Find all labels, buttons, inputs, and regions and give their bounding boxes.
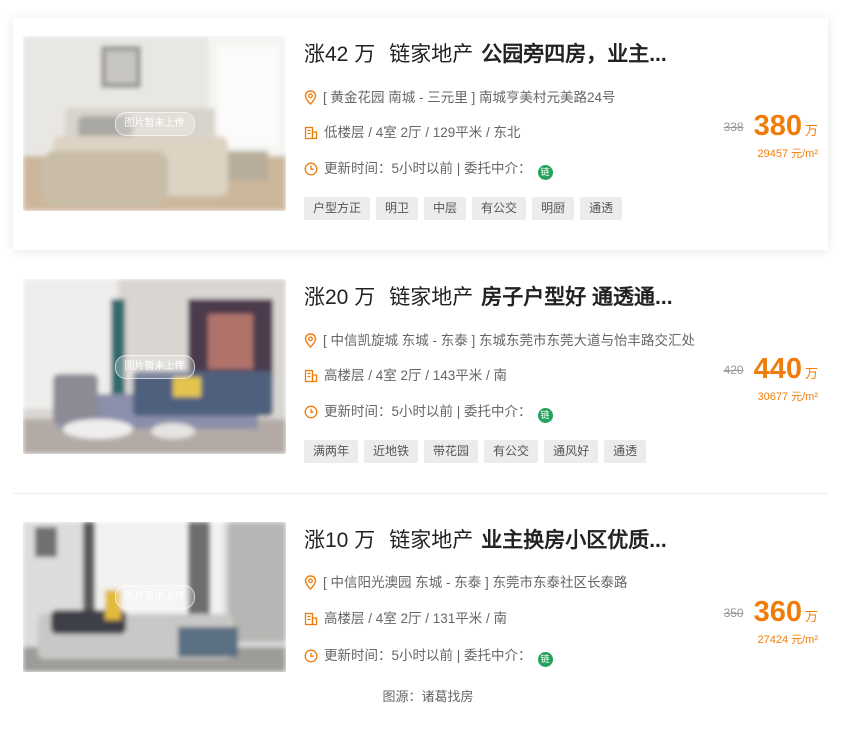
- current-price: 380: [753, 110, 802, 142]
- price-unit: 万: [804, 123, 818, 138]
- agent-badge-icon[interactable]: 链: [537, 652, 553, 667]
- image-placeholder-badge: 图片暂未上传: [114, 111, 195, 136]
- location-row: [ 中信凯旋城 东城 - 东泰 ] 东城东莞市东莞大道与怡丰路交汇处: [304, 331, 695, 354]
- clock-icon: [304, 649, 318, 669]
- agent-badge-icon[interactable]: 链: [537, 408, 553, 423]
- layout-row: 高楼层 / 4室 2厅 / 131平米 / 南: [304, 609, 507, 632]
- location-text[interactable]: [ 中信凯旋城 东城 - 东泰 ] 东城东莞市东莞大道与怡丰路交汇处: [323, 333, 695, 348]
- price-block: 420 440 万 30677 元/m²: [724, 353, 818, 404]
- tag: 明卫: [376, 197, 419, 220]
- listing-card[interactable]: 图片暂未上传 涨10 万链家地产 业主换房小区优质... [ 中信阳光澳园 东城 …: [13, 504, 828, 680]
- clock-icon: [304, 405, 318, 425]
- agency-name: 链家地产: [389, 529, 474, 552]
- tag: 有公交: [484, 440, 539, 463]
- layout-text: 低楼层 / 4室 2厅 / 129平米 / 东北: [324, 125, 521, 140]
- price-rise-label: 涨42 万: [304, 43, 376, 66]
- clock-icon: [304, 162, 318, 182]
- location-row: [ 中信阳光澳园 东城 - 东泰 ] 东莞市东泰社区长泰路: [304, 573, 628, 596]
- price-block: 338 380 万 29457 元/m²: [724, 110, 818, 161]
- tag: 户型方正: [304, 197, 371, 220]
- original-price: 338: [723, 120, 744, 134]
- agency-name: 链家地产: [389, 286, 474, 309]
- original-price: 350: [723, 606, 744, 620]
- listing-photo[interactable]: 图片暂未上传: [23, 36, 286, 211]
- location-pin-icon: [304, 90, 317, 111]
- agency-name: 链家地产: [389, 43, 474, 66]
- update-text: 更新时间：5小时以前 | 委托中介：: [324, 161, 532, 176]
- location-text[interactable]: [ 中信阳光澳园 东城 - 东泰 ] 东莞市东泰社区长泰路: [323, 575, 628, 590]
- location-pin-icon: [304, 575, 317, 596]
- tag-list: 满两年 近地铁 带花园 有公交 通风好 通透: [304, 440, 652, 463]
- update-row: 更新时间：5小时以前 | 委托中介： 链: [304, 646, 553, 669]
- price-block: 350 360 万 27424 元/m²: [724, 596, 818, 647]
- tag: 有公交: [472, 197, 527, 220]
- unit-price: 30677 元/m²: [757, 391, 818, 403]
- price-rise-label: 涨20 万: [304, 286, 376, 309]
- image-source-caption: 图源：诸葛找房: [382, 689, 474, 704]
- price-unit: 万: [804, 609, 818, 624]
- layout-text: 高楼层 / 4室 2厅 / 131平米 / 南: [324, 611, 508, 626]
- image-placeholder-badge: 图片暂未上传: [114, 585, 195, 609]
- tag: 通透: [604, 440, 647, 463]
- update-row: 更新时间：5小时以前 | 委托中介： 链: [304, 159, 553, 182]
- tag: 明厨: [532, 197, 575, 220]
- layout-row: 高楼层 / 4室 2厅 / 143平米 / 南: [304, 366, 507, 389]
- tag: 带花园: [424, 440, 479, 463]
- location-text[interactable]: [ 黄金花园 南城 - 三元里 ] 南城亨美村元美路24号: [323, 90, 616, 105]
- building-icon: [304, 369, 318, 389]
- tag: 中层: [424, 197, 467, 220]
- layout-text: 高楼层 / 4室 2厅 / 143平米 / 南: [324, 368, 508, 383]
- tag: 近地铁: [364, 440, 419, 463]
- listing-title[interactable]: 涨20 万链家地产 房子户型好 通透通...: [304, 283, 673, 313]
- listing-headline: 公园旁四房，业主...: [481, 43, 667, 66]
- listing-card[interactable]: 图片暂未上传 涨42 万链家地产 公园旁四房，业主... [ 黄金花园 南城 - …: [13, 18, 828, 250]
- image-placeholder-badge: 图片暂未上传: [114, 354, 195, 379]
- update-row: 更新时间：5小时以前 | 委托中介： 链: [304, 402, 553, 425]
- listing-headline: 业主换房小区优质...: [481, 529, 667, 552]
- original-price: 420: [723, 363, 744, 377]
- update-text: 更新时间：5小时以前 | 委托中介：: [324, 648, 532, 663]
- update-text: 更新时间：5小时以前 | 委托中介：: [324, 404, 532, 419]
- location-pin-icon: [304, 333, 317, 354]
- tag-list: 户型方正 明卫 中层 有公交 明厨 通透: [304, 197, 628, 220]
- tag: 通透: [580, 197, 623, 220]
- listing-photo[interactable]: 图片暂未上传: [23, 522, 286, 672]
- price-unit: 万: [804, 366, 818, 381]
- layout-row: 低楼层 / 4室 2厅 / 129平米 / 东北: [304, 123, 521, 146]
- unit-price: 29457 元/m²: [757, 148, 818, 160]
- listing-card[interactable]: 图片暂未上传 涨20 万链家地产 房子户型好 通透通... [ 中信凯旋城 东城 …: [13, 261, 828, 493]
- tag: 满两年: [304, 440, 359, 463]
- current-price: 440: [753, 353, 802, 385]
- listing-title[interactable]: 涨42 万链家地产 公园旁四房，业主...: [304, 40, 667, 70]
- location-row: [ 黄金花园 南城 - 三元里 ] 南城亨美村元美路24号: [304, 88, 616, 111]
- listing-photo[interactable]: 图片暂未上传: [23, 279, 286, 454]
- listing-headline: 房子户型好 通透通...: [481, 286, 673, 309]
- tag: 通风好: [544, 440, 599, 463]
- building-icon: [304, 612, 318, 632]
- agent-badge-icon[interactable]: 链: [537, 165, 553, 180]
- unit-price: 27424 元/m²: [757, 634, 818, 646]
- building-icon: [304, 126, 318, 146]
- divider: [13, 493, 828, 494]
- current-price: 360: [753, 596, 802, 628]
- price-rise-label: 涨10 万: [304, 529, 376, 552]
- listing-title[interactable]: 涨10 万链家地产 业主换房小区优质...: [304, 526, 667, 556]
